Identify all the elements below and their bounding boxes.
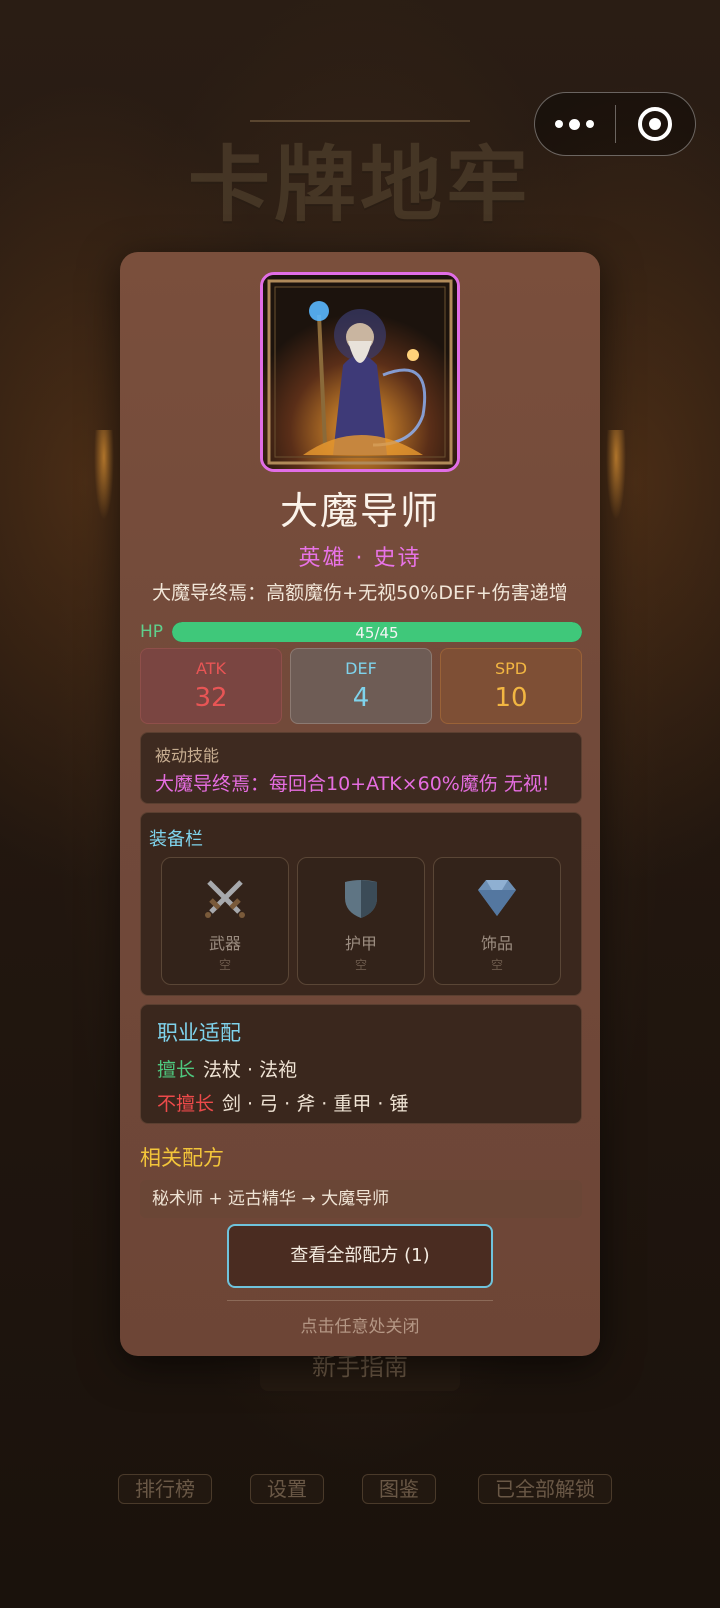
stat-def: DEF 4 [290,648,432,724]
torch-left [94,430,114,520]
stat-def-value: 4 [352,683,370,713]
equipment-panel: 装备栏 武器 空 护甲 空 饰品 空 [140,812,582,996]
hero-description: 大魔导终焉：高额魔伤+无视50%DEF+伤害递增 [152,582,568,604]
gem-icon [434,878,560,920]
hp-row: HP 45/45 [140,622,582,644]
equip-slot-armor[interactable]: 护甲 空 [297,857,425,985]
class-fit-panel: 职业适配 擅长 法杖 · 法袍 不擅长剑 · 弓 · 斧 · 重甲 · 锤 [140,1004,582,1124]
class-fit-title: 职业适配 [157,1021,241,1045]
nav-leaderboard: 排行榜 [118,1474,212,1504]
close-hint[interactable]: 点击任意处关闭 [120,1312,600,1337]
passive-skill-title: 被动技能 [155,746,220,765]
class-fit-bad-row: 不擅长剑 · 弓 · 斧 · 重甲 · 锤 [157,1089,409,1116]
hp-label: HP [140,622,164,642]
stats-row: ATK 32 DEF 4 SPD 10 [140,648,582,724]
stat-spd-label: SPD [494,659,528,678]
passive-skill-text: 大魔导终焉：每回合10+ATK×60%魔伤 无视! [155,773,550,795]
nav-unlocked: 已全部解锁 [478,1474,612,1504]
more-dots-icon[interactable] [535,92,615,156]
nav-settings: 设置 [250,1474,324,1504]
equipment-title: 装备栏 [149,829,203,850]
equip-slot-weapon-status: 空 [218,958,231,972]
recipe-item: 秘术师 + 远古精华 → 大魔导师 [140,1180,582,1218]
equip-slot-weapon-name: 武器 [208,934,241,953]
equip-slot-accessory-status: 空 [490,958,503,972]
class-fit-good-items: 法杖 · 法袍 [203,1059,298,1081]
target-close-icon[interactable] [616,92,696,156]
stat-spd: SPD 10 [440,648,582,724]
equip-slot-armor-status: 空 [354,958,367,972]
class-fit-good-row: 擅长 法杖 · 法袍 [157,1055,297,1082]
stat-def-label: DEF [345,659,377,678]
divider [227,1300,493,1301]
stat-atk: ATK 32 [140,648,282,724]
hp-value: 45/45 [355,624,399,642]
nav-collection: 图鉴 [362,1474,436,1504]
card-detail-modal[interactable]: 大魔导师 英雄 · 史诗 大魔导终焉：高额魔伤+无视50%DEF+伤害递增 HP… [120,252,600,1356]
stat-spd-value: 10 [494,683,528,713]
hero-name: 大魔导师 [279,489,440,533]
equip-slot-armor-name: 护甲 [344,934,377,953]
stat-atk-label: ATK [196,659,226,678]
bottom-nav: 排行榜 设置 图鉴 已全部解锁 [0,1474,720,1504]
shield-icon [298,878,424,920]
class-fit-good-label: 擅长 [157,1059,196,1081]
crossed-swords-icon [162,878,288,920]
torch-right [606,430,626,520]
class-fit-bad-label: 不擅长 [157,1093,215,1115]
class-fit-bad-items: 剑 · 弓 · 斧 · 重甲 · 锤 [222,1093,409,1115]
passive-skill-box: 被动技能 大魔导终焉：每回合10+ATK×60%魔伤 无视! [140,732,582,804]
view-all-recipes-button[interactable]: 查看全部配方 (1) [227,1224,493,1288]
equip-slot-weapon[interactable]: 武器 空 [161,857,289,985]
recipes-title: 相关配方 [140,1146,224,1170]
stat-atk-value: 32 [194,683,228,713]
equip-slot-accessory[interactable]: 饰品 空 [433,857,561,985]
hero-portrait [260,272,460,472]
miniprogram-capsule [534,92,696,156]
equip-slot-accessory-name: 饰品 [480,934,513,953]
hero-rarity: 英雄 · 史诗 [298,546,422,571]
